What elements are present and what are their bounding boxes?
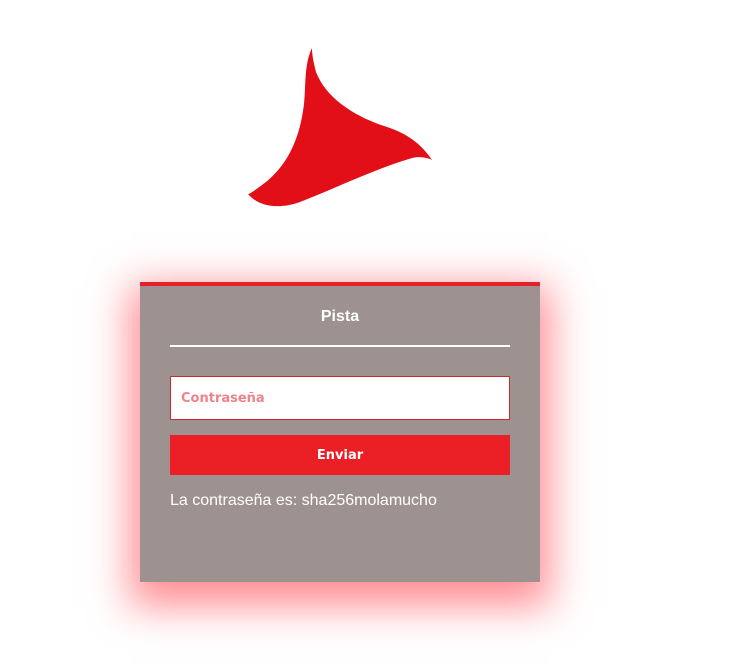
title-divider (170, 345, 510, 347)
submit-button[interactable]: Enviar (170, 435, 510, 475)
hint-card: Pista Enviar La contraseña es: sha256mol… (140, 282, 540, 582)
password-hint-text: La contraseña es: sha256molamucho (170, 492, 437, 509)
red-fin-logo-icon (248, 48, 432, 207)
card-title: Pista (320, 308, 360, 325)
password-input[interactable] (170, 376, 510, 420)
